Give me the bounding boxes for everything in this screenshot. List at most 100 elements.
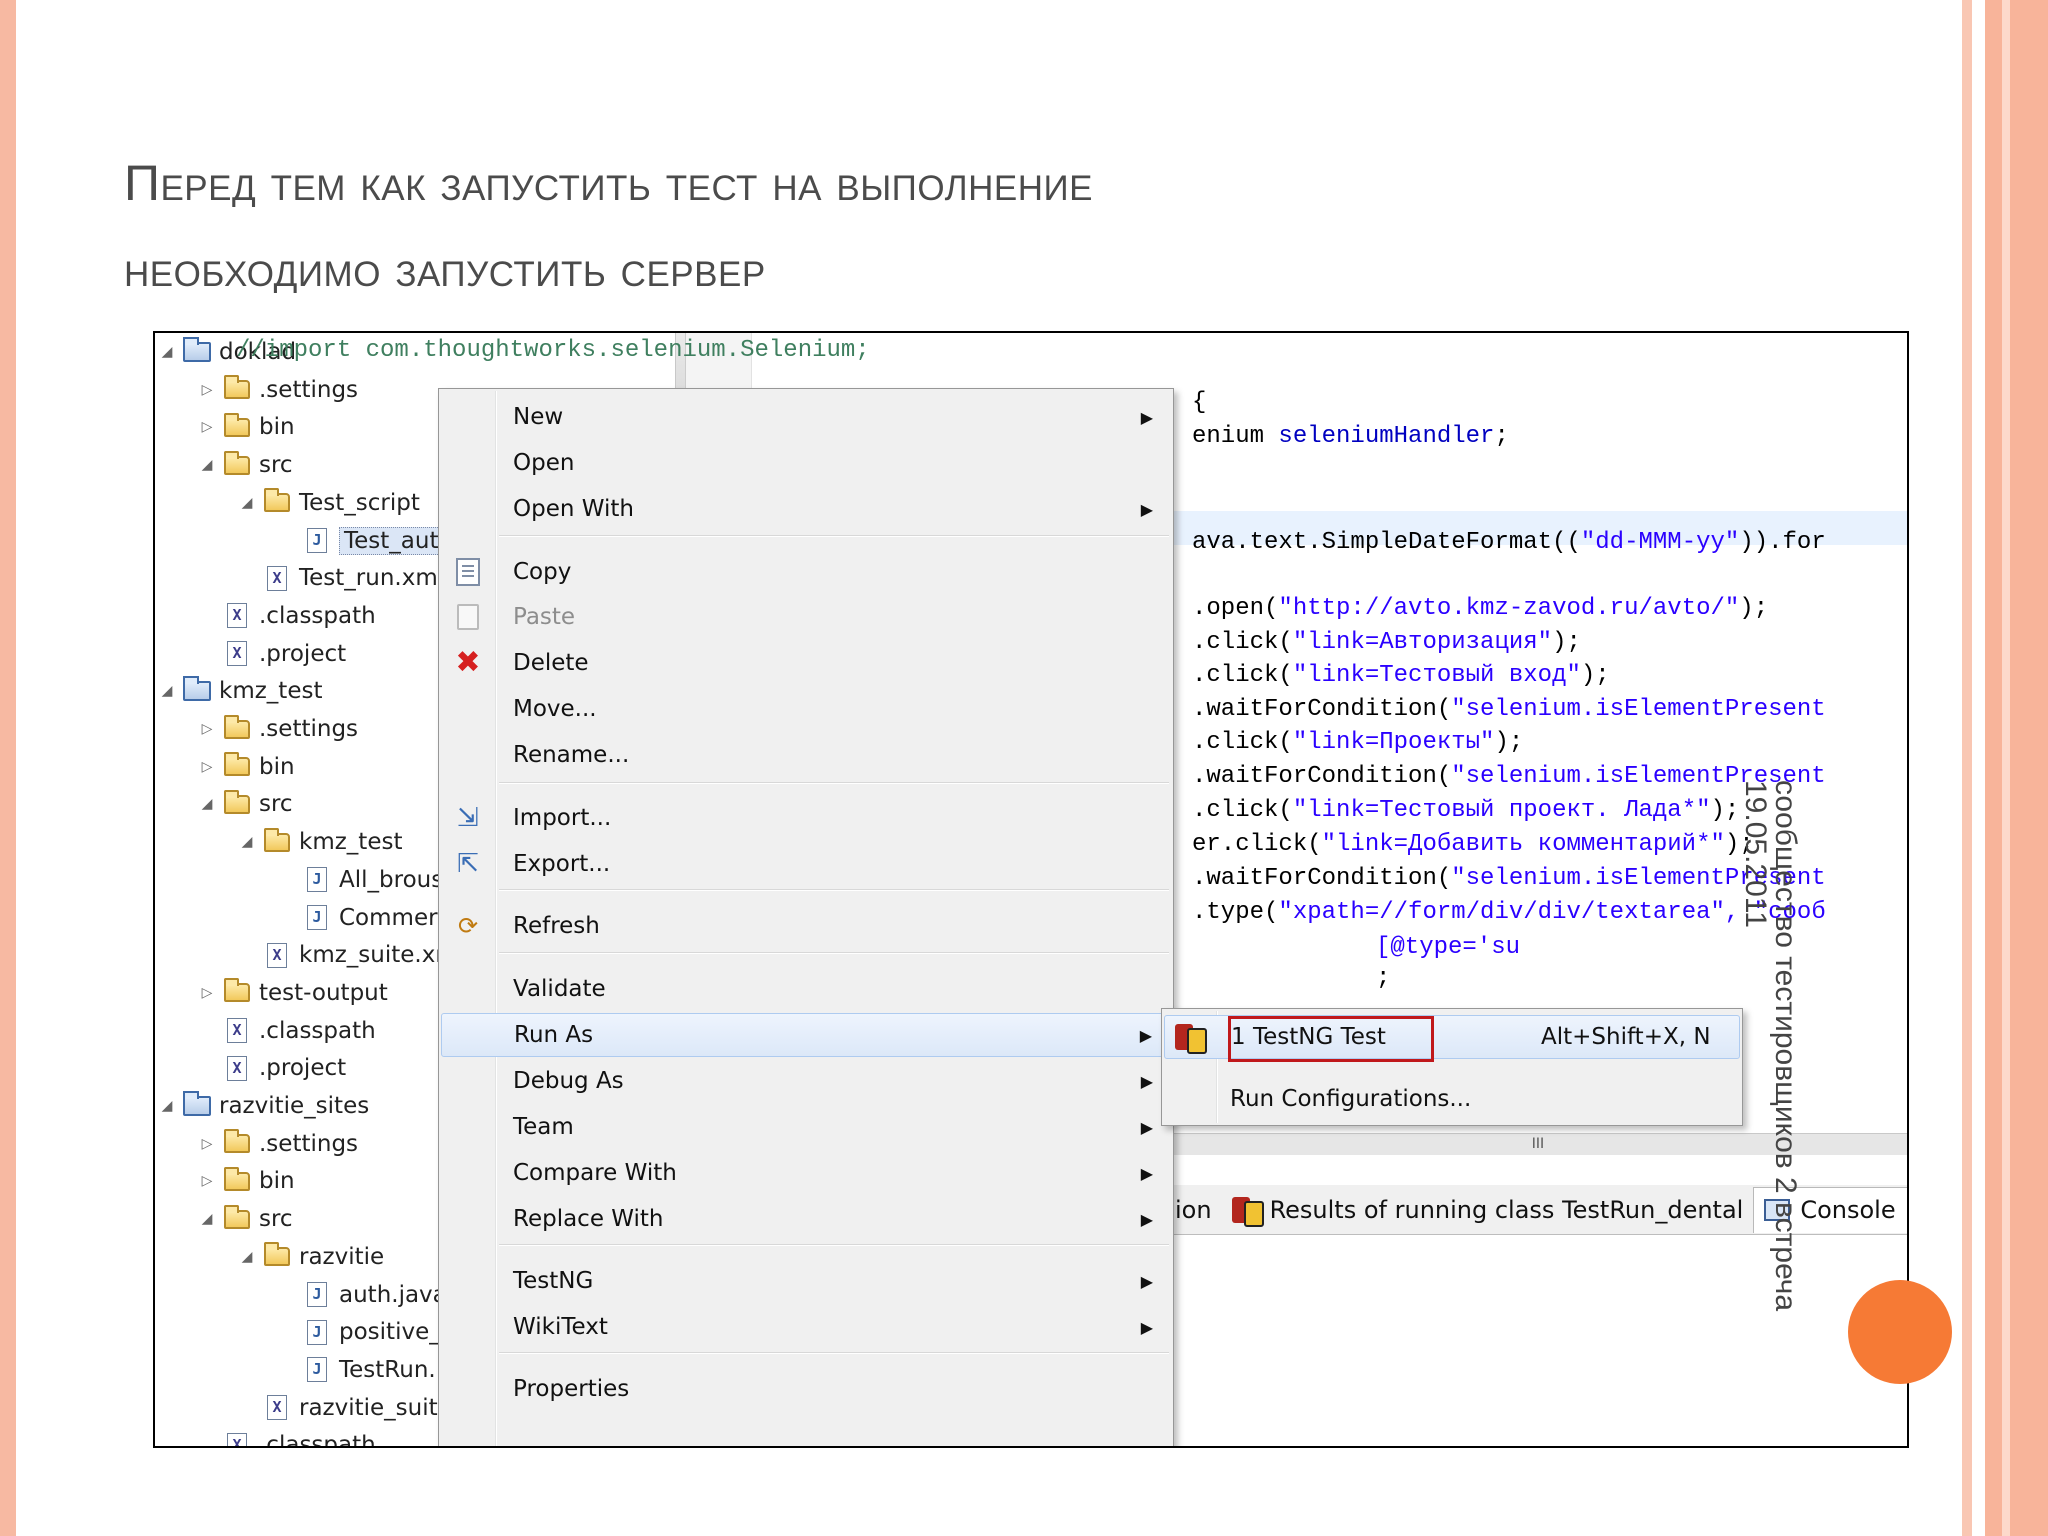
expanded-twisty-icon[interactable]: ◢ [237, 1249, 257, 1265]
code-literal: "link=Проекты" [1292, 729, 1495, 756]
tree-item[interactable]: ▷ bin [197, 1163, 295, 1199]
tree-item[interactable]: X .project [197, 1050, 346, 1086]
menu-item-run-as[interactable]: Run As ▶ [441, 1013, 1171, 1057]
java-file-icon: J [303, 1282, 331, 1307]
menu-item-compare-with[interactable]: Compare With ▶ [441, 1151, 1171, 1195]
expanded-twisty-icon[interactable]: ◢ [197, 1211, 217, 1227]
expanded-twisty-icon[interactable]: ◢ [157, 1098, 177, 1114]
tree-item-label: .settings [259, 1130, 359, 1157]
tree-item-label: .settings [259, 376, 359, 403]
code-text: [@type='su [1376, 934, 1521, 961]
menu-item-copy[interactable]: Copy [441, 550, 1171, 594]
tree-item[interactable]: ◢ src [197, 447, 293, 483]
submenu-arrow-icon: ▶ [1140, 1071, 1153, 1091]
tree-item[interactable]: ▷ test-output [197, 975, 388, 1011]
menu-item-debug-as[interactable]: Debug As ▶ [441, 1059, 1171, 1103]
menu-item-properties[interactable]: Properties [441, 1367, 1171, 1411]
xml-file-icon: X [223, 641, 251, 667]
menu-item-delete[interactable]: ✖ Delete [441, 641, 1171, 685]
menu-item-refresh[interactable]: ⟳ Refresh [441, 904, 1171, 948]
submenu-arrow-icon: ▶ [1140, 1317, 1153, 1337]
expanded-twisty-icon[interactable]: ◢ [197, 796, 217, 812]
tree-item[interactable]: ◢ razvitie [237, 1239, 384, 1275]
tree-item-label: Commer [339, 904, 438, 931]
code-text: enium [1192, 423, 1279, 450]
code-literal: seleniumHandler [1278, 423, 1495, 450]
menu-item-validate-label: Validate [513, 976, 606, 1002]
tree-item[interactable]: X .classpath [197, 1427, 376, 1446]
menu-item-replace-with[interactable]: Replace With ▶ [441, 1197, 1171, 1241]
code-line: .click("link=Проекты"); [1192, 729, 1523, 756]
menu-item-export[interactable]: ⇱ Export... [441, 842, 1171, 886]
menu-item-new[interactable]: New ▶ [441, 395, 1171, 439]
tree-item[interactable]: X .classpath [197, 598, 376, 634]
menu-item-paste[interactable]: Paste [441, 595, 1171, 639]
tree-item[interactable]: X .project [197, 636, 346, 672]
tree-item-label: razvitie_sites [219, 1093, 370, 1119]
menu-item-move[interactable]: Move... [441, 687, 1171, 731]
menu-item-wikitext[interactable]: WikiText ▶ [441, 1305, 1171, 1349]
tree-item[interactable]: J All_brous [277, 862, 443, 898]
tree-item[interactable]: X Test_run.xml [237, 560, 444, 596]
tree-item-label: src [259, 1206, 293, 1233]
menu-item-new-label: New [513, 404, 564, 430]
folder-icon [263, 488, 291, 515]
collapsed-twisty-icon[interactable]: ▷ [197, 721, 217, 737]
menu-item-open-with-label: Open With [513, 496, 634, 522]
tree-item[interactable]: J Commer [277, 900, 438, 936]
expanded-twisty-icon[interactable]: ◢ [197, 457, 217, 473]
code-tail: ); [1494, 729, 1524, 756]
expanded-twisty-icon[interactable]: ◢ [237, 834, 257, 850]
collapsed-twisty-icon[interactable]: ▷ [197, 1173, 217, 1189]
tab-testng-results[interactable]: Results of running class TestRun_dental [1222, 1187, 1754, 1233]
tree-item[interactable]: ▷ bin [197, 409, 295, 445]
menu-item-delete-label: Delete [513, 650, 589, 676]
code-text: .click( [1192, 629, 1293, 656]
tree-item[interactable]: ◢ Test_script [237, 485, 420, 521]
tree-item[interactable]: ◢ src [197, 786, 293, 822]
tree-item-label: src [259, 791, 293, 818]
folder-icon [223, 752, 251, 779]
tree-item[interactable]: Jpositive_ [277, 1314, 441, 1350]
expanded-twisty-icon[interactable]: ◢ [237, 495, 257, 511]
slide-title-line-2: необходимо запустить сервер [124, 241, 766, 297]
code-literal: "link=Тестовый проект. Лада*" [1292, 797, 1711, 824]
tree-item[interactable]: ▷ bin [197, 749, 295, 785]
tree-item[interactable]: Xkmz_suite.xn [237, 937, 450, 973]
menu-item-open[interactable]: Open [441, 441, 1171, 485]
code-tail: ; [1494, 423, 1509, 450]
expanded-twisty-icon[interactable]: ◢ [157, 344, 177, 360]
menu-item-open-with[interactable]: Open With ▶ [441, 487, 1171, 531]
tree-item[interactable]: ▷ .settings [197, 1126, 358, 1162]
menu-item-import[interactable]: ⇲ Import... [441, 796, 1171, 840]
collapsed-twisty-icon[interactable]: ▷ [197, 759, 217, 775]
submenu-arrow-icon: ▶ [1139, 1025, 1152, 1045]
tree-item[interactable]: X .classpath [197, 1013, 376, 1049]
project-icon [183, 676, 211, 703]
tree-item[interactable]: Jauth.java [277, 1277, 447, 1313]
menu-item-validate[interactable]: Validate [441, 967, 1171, 1011]
tree-item[interactable]: ◢ kmz_test [237, 824, 402, 860]
menu-item-testng[interactable]: TestNG ▶ [441, 1259, 1171, 1303]
tree-item[interactable]: J Test_auth [277, 523, 459, 559]
collapsed-twisty-icon[interactable]: ▷ [197, 1136, 217, 1152]
right-accent-stripe-thin [1962, 0, 1972, 1536]
expanded-twisty-icon[interactable]: ◢ [157, 683, 177, 699]
close-icon[interactable]: ☒ [1908, 1198, 1909, 1223]
folder-icon [263, 1242, 291, 1269]
tree-item[interactable]: ▷ .settings [197, 372, 358, 408]
tree-item-label: .project [259, 1055, 347, 1082]
tree-item[interactable]: ◢ src [197, 1201, 293, 1237]
menu-item-team[interactable]: Team ▶ [441, 1105, 1171, 1149]
menu-item-run-configurations[interactable]: Run Configurations... [1164, 1077, 1740, 1121]
tree-item[interactable]: ▷ .settings [197, 711, 358, 747]
menu-item-rename[interactable]: Rename... [441, 733, 1171, 777]
collapsed-twisty-icon[interactable]: ▷ [197, 382, 217, 398]
tree-item[interactable]: ◢ kmz_test [157, 673, 322, 709]
collapsed-twisty-icon[interactable]: ▷ [197, 985, 217, 1001]
code-text: .waitForCondition( [1192, 763, 1452, 790]
tree-item[interactable]: J TestRun. [277, 1352, 436, 1388]
tree-item[interactable]: ◢ razvitie_sites [157, 1088, 369, 1124]
collapsed-twisty-icon[interactable]: ▷ [197, 419, 217, 435]
tree-item[interactable]: Xrazvitie_suite [237, 1390, 452, 1426]
